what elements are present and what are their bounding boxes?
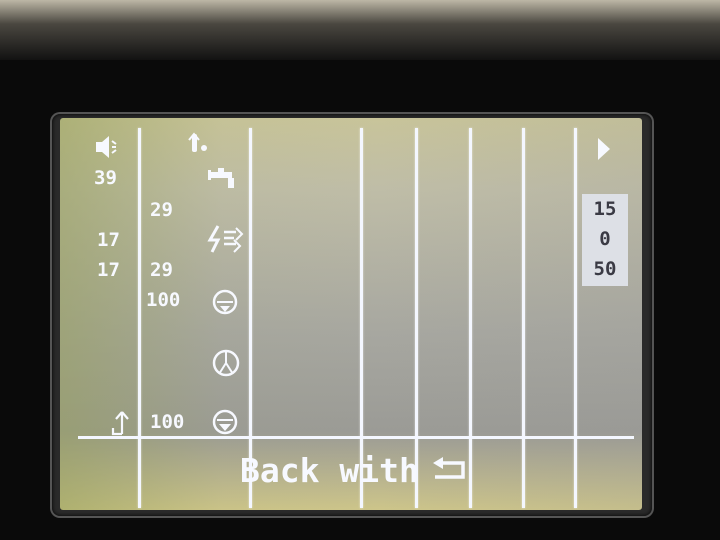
return-arrow-icon (108, 408, 132, 436)
recirculation-icon (206, 224, 244, 254)
grid-line (469, 128, 472, 508)
left-value-4: 17 (97, 259, 120, 281)
footer-divider (78, 436, 634, 439)
value-box-item: 0 (599, 228, 611, 250)
gauge-icon (211, 348, 241, 378)
mid-value-2: 29 (150, 199, 173, 221)
grid-line (574, 128, 577, 508)
faucet-icon (208, 166, 240, 190)
value-box-item: 50 (593, 258, 617, 280)
back-label: Back with (240, 450, 419, 490)
mid-value-5: 100 (146, 289, 181, 311)
value-box-item: 15 (593, 198, 617, 220)
background-top (0, 0, 720, 60)
back-arrow-icon (431, 457, 469, 483)
dial-icon (211, 408, 239, 436)
speaker-value: 39 (94, 167, 117, 189)
mid-value-4: 29 (150, 259, 173, 281)
speaker-icon (94, 134, 118, 160)
lcd-screen: 39 17 17 29 29 100 100 15 0 50 Back with (60, 118, 642, 510)
grid-line (138, 128, 141, 508)
thermometer-icon (186, 132, 208, 158)
back-hint[interactable]: Back with (240, 450, 469, 490)
arrow-right-icon[interactable] (596, 136, 612, 162)
value-box: 15 0 50 (582, 194, 628, 286)
dial-icon (211, 288, 239, 316)
left-value-3: 17 (97, 229, 120, 251)
mid-bottom-value: 100 (150, 411, 185, 433)
grid-line (522, 128, 525, 508)
